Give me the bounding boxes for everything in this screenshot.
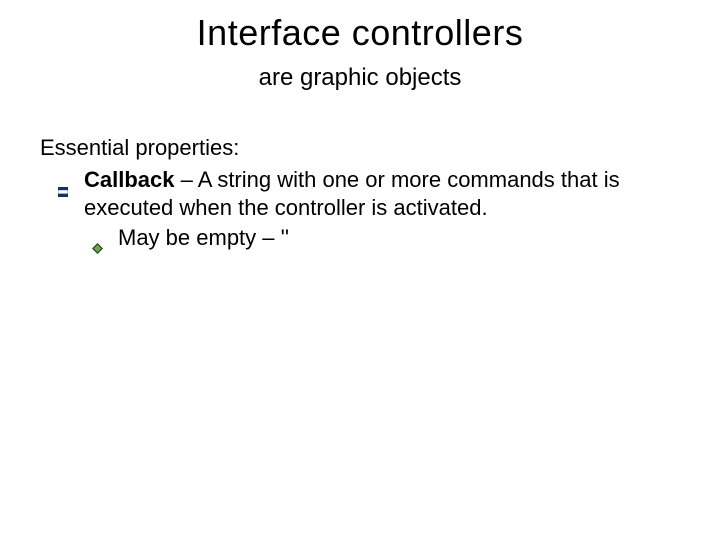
sub-bullet-item-text: May be empty – '' <box>118 225 289 250</box>
slide: Interface controllers are graphic object… <box>0 12 720 552</box>
slide-title: Interface controllers <box>0 12 720 54</box>
slide-subtitle: are graphic objects <box>0 64 720 92</box>
bullet-item-callback: Callback – A string with one or more com… <box>50 166 680 222</box>
slide-body: Essential properties: Callback – A strin… <box>40 134 680 253</box>
diamond-bullet-icon <box>92 233 103 244</box>
lead-text: Essential properties: <box>40 134 680 162</box>
square-bullet-icon <box>58 176 68 186</box>
sub-bullet-item-empty: May be empty – '' <box>84 224 680 252</box>
bullet-item-text: Callback – A string with one or more com… <box>84 167 620 220</box>
bullet-item-bold: Callback <box>84 167 175 192</box>
